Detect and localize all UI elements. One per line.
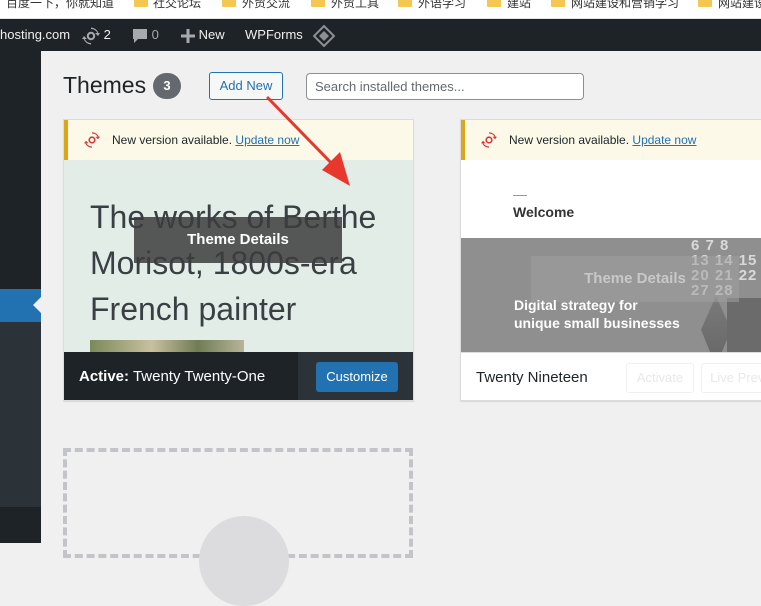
screenshot-welcome: Welcome bbox=[513, 204, 575, 220]
folder-icon bbox=[487, 0, 501, 7]
page-title: Themes bbox=[63, 72, 147, 98]
notice-message: New version available. bbox=[112, 133, 233, 147]
comment-icon bbox=[133, 28, 147, 43]
activate-button[interactable]: Activate bbox=[626, 363, 694, 393]
live-preview-button[interactable]: Live Preview bbox=[701, 363, 761, 393]
notice-message: New version available. bbox=[509, 133, 630, 147]
screenshot-hero: 6 7 8 13 14 15 20 21 22 27 28 Theme Deta… bbox=[461, 238, 761, 352]
theme-card-twenty-nineteen[interactable]: New version available. Update now Welcom… bbox=[460, 119, 761, 401]
notice-text: New version available. Update now bbox=[509, 133, 696, 147]
active-theme-name: Active: Twenty Twenty-One bbox=[79, 368, 265, 385]
folder-icon bbox=[398, 0, 412, 7]
update-icon bbox=[84, 132, 100, 148]
tagline-line: Digital strategy for bbox=[514, 297, 638, 313]
theme-footer-active: Active: Twenty Twenty-One Customize bbox=[64, 352, 413, 400]
comments-count: 0 bbox=[151, 27, 159, 42]
updates-icon bbox=[82, 27, 100, 45]
new-content-item[interactable]: New bbox=[181, 19, 225, 51]
wpforms-item[interactable]: WPForms bbox=[245, 19, 303, 51]
diamond-icon[interactable] bbox=[312, 19, 336, 51]
updates-count: 2 bbox=[103, 27, 111, 42]
bookmark-folder[interactable]: 网站建设和营销学习 bbox=[571, 0, 679, 11]
comments-item[interactable]: 0 bbox=[132, 19, 159, 51]
folder-icon bbox=[551, 0, 565, 7]
bookmarks-bar: 百度一下，你就知道 社交论坛 外贸交流 外贸工具 外语学习 建站 网站建设和营销… bbox=[0, 0, 761, 19]
add-theme-circle bbox=[199, 516, 289, 606]
folder-icon bbox=[311, 0, 325, 7]
site-name[interactable]: hosting.com bbox=[0, 19, 70, 51]
bookmark-folder[interactable]: 外语学习 bbox=[418, 0, 466, 11]
updates-item[interactable]: 2 bbox=[82, 19, 111, 51]
screenshot-tagline: Digital strategy for unique small busine… bbox=[514, 296, 714, 332]
folder-icon bbox=[222, 0, 236, 7]
theme-details-button[interactable]: Theme Details bbox=[134, 217, 342, 263]
active-prefix: Active: bbox=[79, 368, 130, 385]
sidebar-current-arrow bbox=[33, 297, 41, 313]
update-icon bbox=[481, 132, 497, 148]
theme-screenshot[interactable]: Welcome 6 7 8 13 14 15 20 21 22 27 28 Th… bbox=[461, 160, 761, 352]
customize-button[interactable]: Customize bbox=[316, 362, 398, 392]
screenshot-frame bbox=[727, 298, 761, 352]
bookmark-baidu[interactable]: 百度一下，你就知道 bbox=[6, 0, 114, 11]
bookmark-folder[interactable]: 建站 bbox=[507, 0, 531, 11]
welcome-rule bbox=[513, 195, 527, 196]
admin-bar: hosting.com 2 0 New WPForms bbox=[0, 19, 761, 51]
bookmark-folder[interactable]: 外贸工具 bbox=[331, 0, 379, 11]
search-themes-input[interactable] bbox=[306, 73, 584, 100]
new-label: New bbox=[198, 27, 225, 42]
calendar-row: 6 7 8 bbox=[691, 237, 730, 254]
tagline-line: unique small businesses bbox=[514, 315, 680, 331]
theme-count-badge: 3 bbox=[153, 73, 181, 99]
sidebar-submenu bbox=[0, 322, 41, 507]
update-notice: New version available. Update now bbox=[64, 120, 413, 160]
update-now-link[interactable]: Update now bbox=[235, 133, 299, 147]
folder-icon bbox=[698, 0, 712, 7]
update-now-link[interactable]: Update now bbox=[632, 133, 696, 147]
bookmark-folder[interactable]: 外贸交流 bbox=[242, 0, 290, 11]
theme-name: Twenty Nineteen bbox=[476, 369, 588, 386]
notice-text: New version available. Update now bbox=[112, 133, 299, 147]
bookmark-folder[interactable]: 网站建设 bbox=[718, 0, 761, 11]
bookmark-folder[interactable]: 社交论坛 bbox=[153, 0, 201, 11]
theme-footer: Twenty Nineteen Activate Live Preview bbox=[461, 352, 761, 400]
theme-name: Twenty Twenty-One bbox=[132, 368, 266, 385]
screenshot-heading: The works of Berthe Morisot, 1800s-era F… bbox=[90, 199, 376, 327]
add-new-theme-button[interactable]: Add New bbox=[209, 72, 283, 100]
folder-icon bbox=[134, 0, 148, 7]
update-notice: New version available. Update now bbox=[461, 120, 761, 160]
plus-icon bbox=[181, 28, 195, 43]
add-new-theme-card[interactable] bbox=[63, 448, 413, 606]
